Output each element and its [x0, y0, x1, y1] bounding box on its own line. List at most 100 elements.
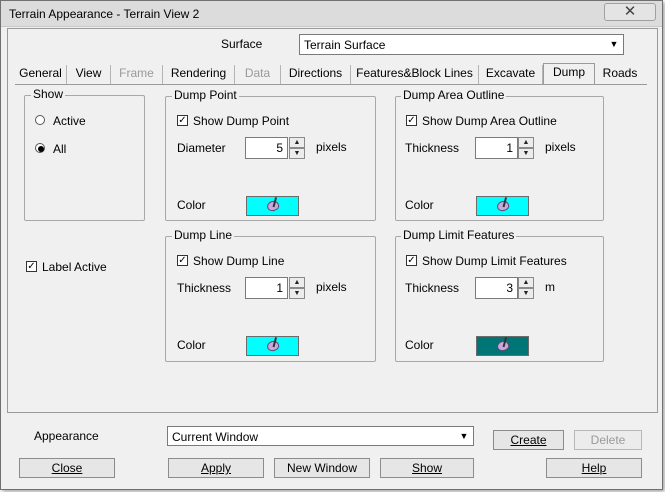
dump-limit-features-title: Dump Limit Features: [401, 228, 517, 242]
show-dump-area-outline-label: Show Dump Area Outline: [422, 114, 557, 128]
area-thickness-spin-down[interactable]: ▼: [518, 148, 534, 159]
dump-limit-features-color-label: Color: [405, 338, 434, 352]
line-thickness-label: Thickness: [177, 281, 232, 295]
show-dump-point-checkbox[interactable]: ✓: [177, 115, 188, 126]
check-icon: ✓: [178, 255, 187, 266]
line-thickness-unit: pixels: [316, 280, 347, 294]
tab-general[interactable]: General: [15, 65, 67, 84]
close-button[interactable]: Close: [19, 458, 115, 478]
tab-label: General: [19, 66, 62, 80]
spin-up-icon: ▲: [293, 139, 301, 146]
close-label: Close: [51, 461, 83, 475]
tab-view[interactable]: View: [67, 65, 111, 84]
appearance-value: Current Window: [172, 430, 259, 444]
close-window-button[interactable]: ✕: [604, 3, 656, 21]
limit-thickness-label: Thickness: [405, 281, 460, 295]
dump-line-title: Dump Line: [172, 228, 235, 242]
show-button[interactable]: Show: [380, 458, 474, 478]
title-bar[interactable]: Terrain Appearance - Terrain View 2 ✕: [1, 1, 662, 27]
label-active-label: Label Active: [42, 260, 107, 274]
chevron-down-icon: ▼: [459, 431, 469, 441]
dump-area-outline-color-button[interactable]: [476, 196, 529, 216]
limit-thickness-spin-down[interactable]: ▼: [518, 288, 534, 299]
palette-icon: [495, 199, 511, 213]
label-active-checkbox[interactable]: ✓: [26, 261, 37, 272]
tab-features-block-lines[interactable]: Features&Block Lines: [351, 65, 479, 84]
create-label: Create: [510, 433, 547, 447]
window-title: Terrain Appearance - Terrain View 2: [9, 7, 200, 21]
delete-button[interactable]: Delete: [574, 430, 642, 450]
limit-thickness-unit: m: [545, 280, 555, 294]
palette-icon: [265, 199, 281, 213]
show-dump-limit-features-checkbox[interactable]: ✓: [406, 255, 417, 266]
appearance-label: Appearance: [34, 429, 99, 443]
tab-excavate[interactable]: Excavate: [479, 65, 543, 84]
area-thickness-label: Thickness: [405, 141, 460, 155]
show-dump-area-outline-checkbox[interactable]: ✓: [406, 115, 417, 126]
help-button[interactable]: Help: [546, 458, 642, 478]
chevron-down-icon: ▼: [609, 39, 619, 49]
create-button[interactable]: Create: [493, 430, 564, 450]
limit-thickness-value: 3: [506, 281, 513, 295]
dump-point-color-button[interactable]: [246, 196, 299, 216]
spin-down-icon: ▼: [293, 150, 301, 157]
tab-dump[interactable]: Dump: [543, 63, 595, 85]
tab-strip-divider: [15, 84, 647, 85]
tab-roads[interactable]: Roads: [595, 65, 645, 84]
area-thickness-spin-up[interactable]: ▲: [518, 137, 534, 148]
dump-area-outline-color-label: Color: [405, 198, 434, 212]
surface-dropdown[interactable]: Terrain Surface ▼: [299, 34, 624, 55]
area-thickness-value: 1: [506, 141, 513, 155]
limit-thickness-spin-up[interactable]: ▲: [518, 277, 534, 288]
show-dump-limit-features-label: Show Dump Limit Features: [422, 254, 567, 268]
show-group-title: Show: [31, 87, 66, 101]
diameter-label: Diameter: [177, 141, 226, 155]
tab-frame[interactable]: Frame: [111, 65, 163, 84]
show-dump-point-label: Show Dump Point: [193, 114, 290, 128]
tab-label: Features&Block Lines: [356, 66, 473, 80]
diameter-value: 5: [276, 141, 283, 155]
line-thickness-spin-down[interactable]: ▼: [289, 288, 305, 299]
radio-active[interactable]: [35, 115, 45, 125]
show-dump-line-checkbox[interactable]: ✓: [177, 255, 188, 266]
line-thickness-spin-up[interactable]: ▲: [289, 277, 305, 288]
radio-active-label: Active: [53, 114, 86, 128]
diameter-spin-down[interactable]: ▼: [289, 148, 305, 159]
line-thickness-value: 1: [276, 281, 283, 295]
show-label: Show: [411, 461, 443, 475]
limit-thickness-input[interactable]: 3: [475, 277, 518, 299]
tab-label: Frame: [119, 66, 154, 80]
dump-line-color-button[interactable]: [246, 336, 299, 356]
radio-all[interactable]: [35, 143, 45, 153]
spin-down-icon: ▼: [522, 290, 530, 297]
diameter-input[interactable]: 5: [245, 137, 288, 159]
tab-directions[interactable]: Directions: [281, 65, 351, 84]
dump-point-color-label: Color: [177, 198, 206, 212]
show-dump-line-label: Show Dump Line: [193, 254, 285, 268]
tab-label: Rendering: [170, 66, 227, 80]
tab-rendering[interactable]: Rendering: [163, 65, 235, 84]
spin-up-icon: ▲: [522, 279, 530, 286]
dump-point-title: Dump Point: [172, 88, 239, 102]
tab-data[interactable]: Data: [235, 65, 281, 84]
surface-label: Surface: [221, 37, 263, 51]
dump-limit-features-color-button[interactable]: [476, 336, 529, 356]
area-thickness-input[interactable]: 1: [475, 137, 518, 159]
radio-all-label: All: [53, 142, 67, 156]
spin-down-icon: ▼: [293, 290, 301, 297]
new-window-button[interactable]: New Window: [274, 458, 370, 478]
check-icon: ✓: [407, 255, 416, 266]
tab-label: Data: [244, 66, 271, 80]
appearance-dropdown[interactable]: Current Window ▼: [167, 426, 474, 446]
diameter-spin-up[interactable]: ▲: [289, 137, 305, 148]
apply-button[interactable]: Apply: [168, 458, 264, 478]
spin-up-icon: ▲: [293, 279, 301, 286]
check-icon: ✓: [178, 115, 187, 126]
dialog-window: Terrain Appearance - Terrain View 2 ✕ Su…: [0, 0, 663, 490]
diameter-unit: pixels: [316, 140, 347, 154]
close-icon: ✕: [623, 3, 637, 20]
area-thickness-unit: pixels: [545, 140, 576, 154]
check-icon: ✓: [407, 115, 416, 126]
line-thickness-input[interactable]: 1: [245, 277, 288, 299]
tab-label: Directions: [288, 66, 343, 80]
